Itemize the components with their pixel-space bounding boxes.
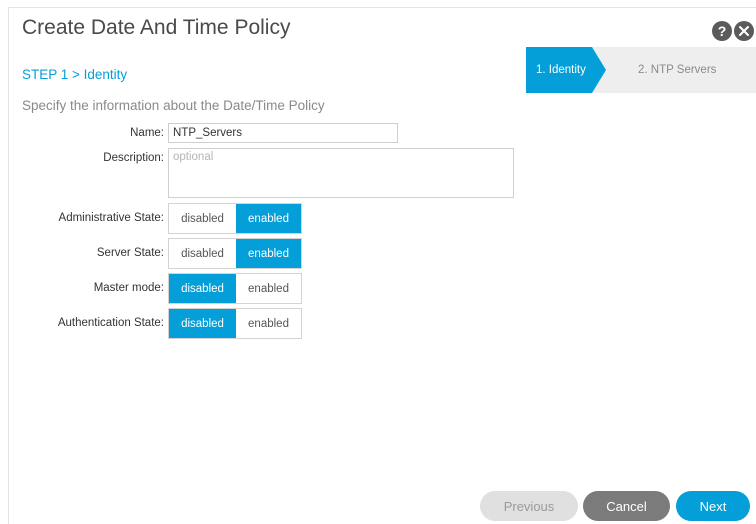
admin-state-enabled-option[interactable]: enabled — [236, 204, 301, 233]
master-mode-enabled-option[interactable]: enabled — [236, 274, 301, 303]
wizard-steps: 2. NTP Servers 1. Identity — [526, 47, 756, 93]
admin-state-disabled-option[interactable]: disabled — [169, 204, 236, 233]
close-icon[interactable] — [734, 21, 754, 41]
server-state-toggle: disabled enabled — [168, 238, 302, 269]
server-state-disabled-option[interactable]: disabled — [169, 239, 236, 268]
dialog-title: Create Date And Time Policy — [22, 16, 291, 39]
wizard-step-label: 1. Identity — [536, 64, 586, 76]
dialog-top-border — [8, 7, 756, 8]
server-state-enabled-option[interactable]: enabled — [236, 239, 301, 268]
question-icon[interactable]: ? — [712, 21, 732, 41]
master-mode-toggle: disabled enabled — [168, 273, 302, 304]
wizard-step-label: 2. NTP Servers — [638, 64, 717, 76]
master-mode-label: Master mode: — [93, 282, 164, 294]
master-mode-disabled-option[interactable]: disabled — [169, 274, 236, 303]
admin-state-label: Administrative State: — [58, 212, 164, 224]
auth-state-enabled-option[interactable]: enabled — [236, 309, 301, 338]
auth-state-label: Authentication State: — [57, 317, 164, 329]
section-hint: Specify the information about the Date/T… — [22, 98, 325, 113]
cancel-button[interactable]: Cancel — [583, 491, 670, 521]
server-state-label: Server State: — [96, 247, 164, 259]
name-label: Name: — [130, 127, 164, 139]
dialog-left-border — [8, 7, 9, 524]
description-field[interactable]: optional — [168, 148, 514, 198]
admin-state-toggle: disabled enabled — [168, 203, 302, 234]
next-button[interactable]: Next — [676, 491, 750, 521]
previous-button[interactable]: Previous — [480, 491, 578, 521]
step-breadcrumb: STEP 1 > Identity — [22, 67, 128, 82]
auth-state-disabled-option[interactable]: disabled — [169, 309, 236, 338]
wizard-step-identity[interactable]: 1. Identity — [526, 47, 606, 98]
auth-state-toggle: disabled enabled — [168, 308, 302, 339]
name-field[interactable]: NTP_Servers — [168, 123, 398, 143]
description-label: Description: — [103, 152, 164, 164]
